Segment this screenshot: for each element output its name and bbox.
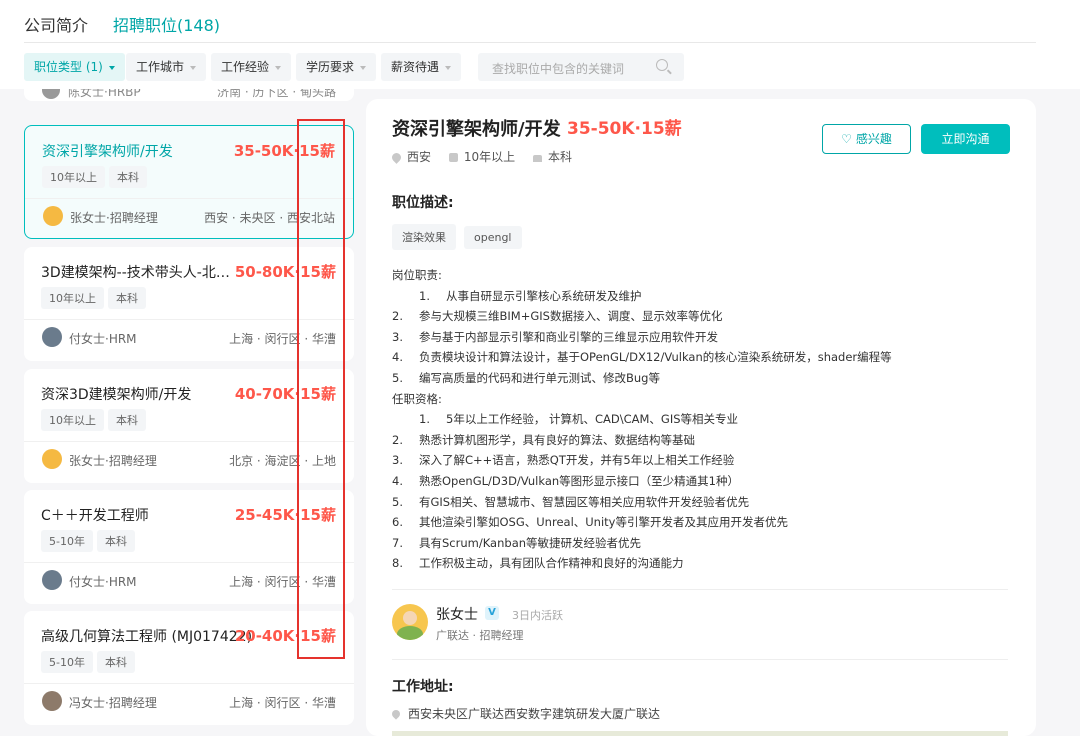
recruiter-activity: 3日内活跃	[512, 609, 563, 622]
work-address: 西安未央区广联达西安数字建筑研发大厦广联达	[390, 705, 660, 722]
job-tags: 10年以上 本科	[41, 409, 150, 431]
list-item: 2. 参与大规模三维BIM+GIS数据接入、调度、显示效率等优化	[392, 309, 723, 324]
experience-tag: 10年以上	[41, 409, 104, 431]
experience-tag: 5-10年	[41, 530, 93, 552]
education-tag: 本科	[109, 166, 147, 188]
job-title: 资深引擎架构师/开发	[42, 144, 173, 160]
chat-now-button[interactable]: 立即沟通	[921, 124, 1010, 154]
education-tag: 本科	[96, 651, 135, 673]
avatar	[42, 570, 62, 590]
list-item: 5. 编写高质量的代码和进行单元测试、修改Bug等	[392, 370, 660, 385]
highlight-box	[297, 119, 345, 659]
duty-heading: 岗位职责:	[392, 268, 442, 282]
job-tags: 5-10年 本科	[41, 530, 139, 552]
interested-button[interactable]: ♡ 感兴趣	[822, 124, 911, 154]
job-tags: 10年以上 本科	[41, 287, 150, 309]
chevron-down-icon	[360, 65, 367, 70]
list-item: 4. 负责模块设计和算法设计，基于OPenGL/DX12/Vulkan的核心渲染系…	[392, 350, 892, 365]
search-input[interactable]: 查找职位中包含的关键词	[478, 53, 684, 81]
divider	[392, 589, 1008, 590]
recruiter-label: 付女士·HRM	[69, 575, 137, 589]
list-item: 8. 工作积极主动，具有团队合作精神和良好的沟通能力	[392, 556, 684, 571]
verified-icon: V	[485, 606, 499, 620]
search-icon[interactable]	[656, 59, 668, 71]
top-tabs: 公司简介 招聘职位(148)	[0, 0, 1080, 43]
list-item: 6. 其他渲染引擎如OSG、Unreal、Unity等引擎开发者及其应用开发者优先	[392, 515, 788, 530]
experience-tag: 10年以上	[42, 166, 105, 188]
chevron-down-icon	[108, 65, 115, 70]
education-tag: 本科	[108, 409, 146, 431]
job-meta: 西安 10年以上 本科	[390, 148, 586, 165]
recruiter-label: 陈女士·HRBP	[68, 89, 141, 99]
job-title: 3D建模架构--技术带头人-北京/...	[41, 265, 241, 281]
experience-tag: 5-10年	[41, 651, 93, 673]
recruiter-label: 张女士·招聘经理	[69, 454, 157, 468]
tab-job-openings[interactable]: 招聘职位(148)	[113, 12, 220, 36]
skill-tag: 渲染效果	[392, 224, 456, 250]
job-detail-panel: 资深引擎架构师/开发 35-50K·15薪 西安 10年以上 本科 ♡ 感兴趣 立…	[366, 99, 1036, 736]
chevron-down-icon	[275, 65, 282, 70]
avatar	[42, 691, 62, 711]
list-item: 5. 有GIS相关、智慧城市、智慧园区等相关应用软件开发经验者优先	[392, 494, 750, 509]
avatar	[42, 449, 62, 469]
requirements-heading: 任职资格:	[392, 391, 442, 406]
filter-job-type[interactable]: 职位类型 (1)	[24, 53, 125, 81]
recruiter-label: 张女士·招聘经理	[70, 211, 158, 225]
avatar	[42, 327, 62, 347]
job-tags: 5-10年 本科	[41, 651, 139, 673]
map-preview[interactable]	[392, 731, 1008, 736]
briefcase-icon	[448, 153, 458, 162]
chevron-down-icon	[190, 65, 197, 70]
list-item: 7. 具有Scrum/Kanban等敏捷研发经验者优先	[392, 535, 642, 550]
graduation-cap-icon	[532, 155, 542, 162]
avatar[interactable]	[392, 604, 428, 640]
location-pin-icon	[390, 151, 403, 164]
avatar	[42, 89, 60, 99]
section-heading-description: 职位描述:	[392, 195, 454, 211]
filter-salary[interactable]: 薪资待遇	[381, 53, 462, 81]
job-location: 上海 · 闵行区 · 华漕	[229, 696, 336, 710]
recruiter-label: 冯女士·招聘经理	[69, 696, 157, 710]
filter-bar: 职位类型 (1) 工作城市 工作经验 学历要求 薪资待遇 查找职位中包含的关键词	[0, 43, 1080, 89]
education-tag: 本科	[108, 287, 146, 309]
list-item: 3. 参与基于内部显示引擎和商业引擎的三维显示应用软件开发	[392, 329, 718, 344]
job-title: 资深引擎架构师/开发	[392, 119, 561, 140]
location-pin-icon	[390, 708, 402, 720]
divider	[392, 659, 1008, 660]
filter-education[interactable]: 学历要求	[296, 53, 377, 81]
recruiter-name: 张女士	[436, 607, 478, 623]
chevron-down-icon	[445, 65, 452, 70]
search-placeholder: 查找职位中包含的关键词	[492, 62, 625, 76]
avatar	[43, 206, 63, 226]
job-salary: 35-50K·15薪	[567, 119, 682, 139]
filter-city[interactable]: 工作城市	[126, 53, 207, 81]
job-title: C＋＋开发工程师	[41, 508, 149, 524]
recruiter-company: 广联达 · 招聘经理	[436, 629, 524, 642]
education-tag: 本科	[96, 530, 135, 552]
list-item: 1. 5年以上工作经验， 计算机、CAD\CAM、GIS等相关专业	[419, 412, 739, 427]
job-title: 资深3D建模架构师/开发	[41, 387, 192, 403]
list-item: 1. 从事自研显示引擎核心系统研发及维护	[419, 288, 642, 303]
job-tags: 10年以上 本科	[42, 166, 151, 188]
list-item: 4. 熟悉OpenGL/D3D/Vulkan等图形显示接口（至少精通其1种）	[392, 473, 739, 488]
job-location: 济南 · 历下区 · 甸头路	[217, 89, 336, 99]
skill-tags: 渲染效果 opengl	[392, 224, 530, 250]
skill-tag: opengl	[464, 226, 522, 249]
job-description: 岗位职责: 1. 从事自研显示引擎核心系统研发及维护 2. 参与大规模三维BIM+G…	[392, 265, 1012, 574]
job-title: 高级几何算法工程师 (MJ017422)	[41, 629, 253, 645]
list-item: 2. 熟悉计算机图形学，具有良好的算法、数据结构等基础	[392, 432, 695, 447]
recruiter-label: 付女士·HRM	[69, 332, 137, 346]
experience-tag: 10年以上	[41, 287, 104, 309]
filter-experience[interactable]: 工作经验	[211, 53, 292, 81]
list-item[interactable]: 陈女士·HRBP 济南 · 历下区 · 甸头路	[24, 89, 354, 101]
experience-meta: 10年以上	[448, 148, 515, 165]
city-meta: 西安	[390, 148, 431, 165]
divider	[24, 683, 354, 684]
section-heading-address: 工作地址:	[392, 679, 454, 695]
tab-company-intro[interactable]: 公司简介	[24, 12, 88, 36]
education-meta: 本科	[532, 148, 572, 165]
list-item: 3. 深入了解C++语言，熟悉QT开发，并有5年以上相关工作经验	[392, 453, 735, 468]
heart-icon: ♡	[841, 132, 852, 146]
